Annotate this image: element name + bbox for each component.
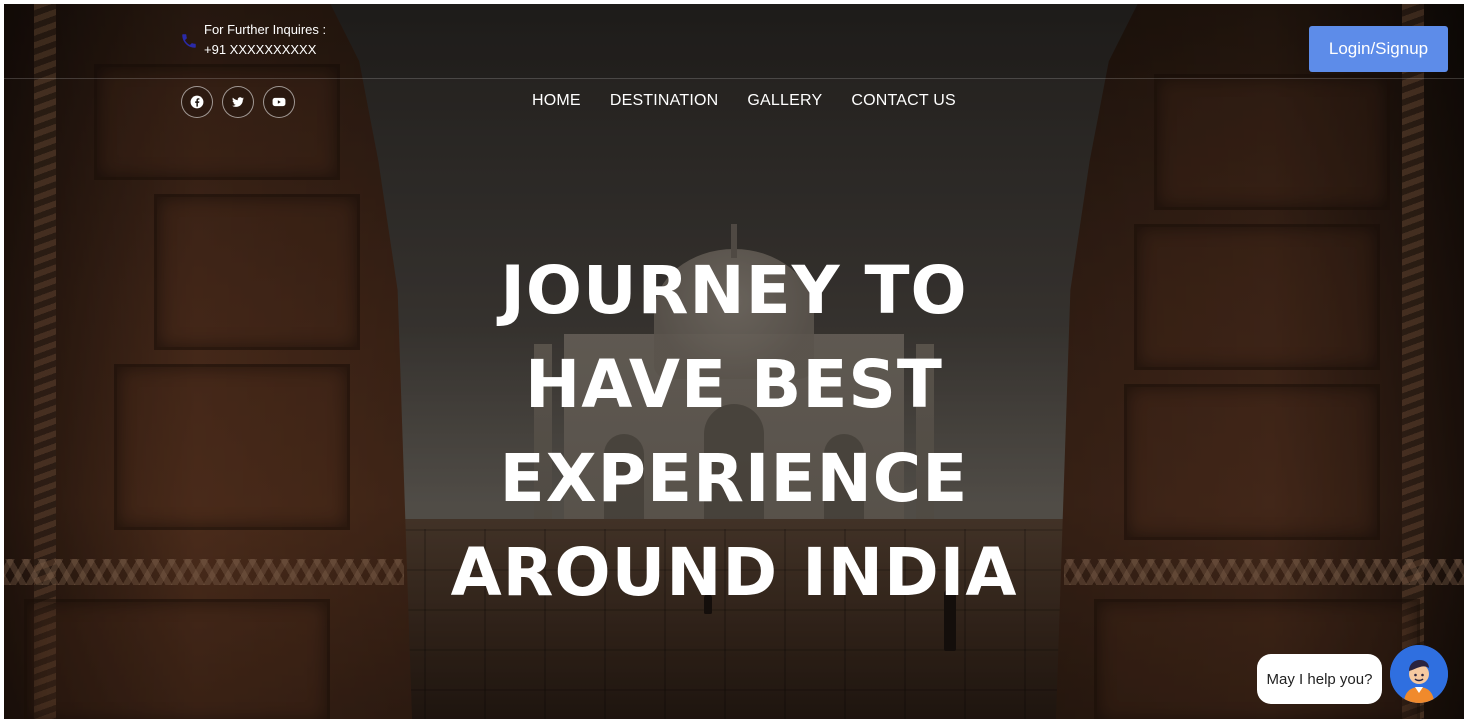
twitter-link[interactable] bbox=[222, 86, 254, 118]
login-signup-button[interactable]: Login/Signup bbox=[1309, 26, 1448, 72]
social-links bbox=[181, 86, 295, 118]
hero-headline-line: HAVE BEST bbox=[525, 346, 943, 423]
chat-prompt-bubble[interactable]: May I help you? bbox=[1257, 654, 1382, 704]
nav-home[interactable]: HOME bbox=[532, 92, 581, 110]
hero-headline-line: EXPERIENCE bbox=[499, 440, 969, 517]
twitter-icon bbox=[232, 97, 245, 107]
hero-headline-line: JOURNEY TO bbox=[500, 252, 968, 329]
phone-icon bbox=[180, 32, 198, 50]
chat-prompt-text: May I help you? bbox=[1266, 670, 1373, 688]
chatbot-avatar-icon bbox=[1390, 645, 1448, 703]
youtube-link[interactable] bbox=[263, 86, 295, 118]
nav-destination[interactable]: DESTINATION bbox=[610, 92, 719, 110]
main-nav: HOME DESTINATION GALLERY CONTACT US bbox=[532, 92, 956, 110]
youtube-icon bbox=[272, 97, 286, 107]
inquiry-label: For Further Inquires : bbox=[204, 22, 327, 37]
inquiry-contact: For Further Inquires : +91 XXXXXXXXXX bbox=[180, 20, 326, 60]
nav-gallery[interactable]: GALLERY bbox=[747, 92, 822, 110]
facebook-icon bbox=[190, 95, 204, 109]
page: For Further Inquires : +91 XXXXXXXXXX Lo… bbox=[4, 4, 1464, 719]
hero-headline-line: AROUND INDIA bbox=[450, 534, 1018, 611]
chat-bot-button[interactable] bbox=[1390, 645, 1448, 703]
nav-contact-us[interactable]: CONTACT US bbox=[851, 92, 956, 110]
hero-headline: JOURNEY TO HAVE BEST EXPERIENCE AROUND I… bbox=[334, 244, 1134, 620]
facebook-link[interactable] bbox=[181, 86, 213, 118]
top-bar: For Further Inquires : +91 XXXXXXXXXX Lo… bbox=[4, 4, 1464, 79]
phone-number: +91 XXXXXXXXXX bbox=[204, 42, 317, 57]
